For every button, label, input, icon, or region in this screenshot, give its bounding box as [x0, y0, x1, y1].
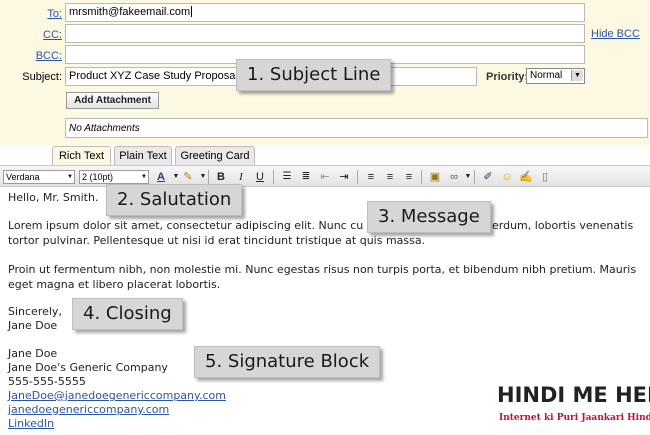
separator [421, 170, 422, 184]
bulleted-list-icon[interactable]: ≣ [298, 169, 314, 185]
attachments-status: No Attachments [69, 123, 140, 134]
priority-select[interactable]: Normal ▼ [526, 68, 585, 84]
font-size-select[interactable]: 2 (10pt) ▼ [79, 170, 149, 184]
signature-linkedin-link[interactable]: LinkedIn [8, 417, 54, 430]
edit-icon[interactable]: ✐ [480, 169, 496, 185]
separator [273, 170, 274, 184]
separator [357, 170, 358, 184]
font-family-select[interactable]: Verdana ▼ [3, 170, 75, 184]
numbered-list-icon[interactable]: ☰ [279, 169, 295, 185]
salutation-text: Hello, Mr. Smith. [8, 191, 99, 204]
chevron-down-icon: ▼ [67, 174, 73, 180]
logo-title: HINDI ME HELP [497, 383, 650, 407]
subject-value: Product XYZ Case Study Proposal [69, 70, 238, 82]
font-value: Verdana [6, 172, 40, 182]
indent-icon[interactable]: ⇥ [336, 169, 352, 185]
to-field[interactable]: mrsmith@fakeemail.com [65, 3, 585, 22]
logo-tagline: Internet ki Puri Jaankari Hindi Me! [499, 413, 650, 423]
callout-subject-line: 1. Subject Line [236, 59, 392, 91]
outdent-icon[interactable]: ⇤ [317, 169, 333, 185]
closing-name: Jane Doe [8, 319, 58, 332]
to-value: mrsmith@fakeemail.com [69, 6, 191, 18]
tab-plain-text[interactable]: Plain Text [114, 146, 172, 165]
paragraph1-start: Lorem ipsum dolor sit amet, consectetur … [8, 219, 364, 232]
signature-name: Jane Doe [8, 347, 58, 360]
signature-email-link[interactable]: JaneDoe@janedoegenericcompany.com [8, 389, 226, 402]
callout-message: 3. Message [367, 201, 491, 233]
separator [474, 170, 475, 184]
underline-icon[interactable]: U [252, 169, 268, 185]
paragraph2-line1: Proin ut fermentum nibh, non molestie mi… [8, 263, 637, 276]
highlight-icon[interactable]: ✎ [180, 169, 196, 185]
chevron-down-icon: ▼ [141, 174, 147, 180]
text-caret [191, 6, 193, 17]
site-logo: HINDI ME HELP Internet ki Puri Jaankari … [497, 383, 650, 433]
signature-phone: 555-555-5555 [8, 375, 86, 388]
subject-label: Subject: [22, 71, 62, 83]
signature-icon[interactable]: ✍ [518, 169, 534, 185]
paste-icon[interactable]: ▣ [427, 169, 443, 185]
bold-icon[interactable]: B [213, 169, 229, 185]
tab-rich-text[interactable]: Rich Text [52, 146, 111, 165]
formatting-toolbar: Verdana ▼ 2 (10pt) ▼ A ▼ ✎ ▼ B I U ☰ ≣ ⇤ ⇥… [0, 165, 650, 187]
emoticon-icon[interactable]: ☺ [499, 169, 515, 185]
align-center-icon[interactable]: ≡ [382, 169, 398, 185]
priority-label: Priority: [486, 71, 529, 83]
document-icon[interactable]: ▯ [537, 169, 553, 185]
size-value: 2 (10pt) [82, 172, 114, 182]
signature-company: Jane Doe's Generic Company [8, 361, 168, 374]
closing-text: Sincerely, [8, 305, 62, 318]
paragraph1-line2: tortor pulvinar. Pellentesque ut nisi id… [8, 234, 426, 247]
font-color-icon[interactable]: A [153, 169, 169, 185]
callout-signature-block: 5. Signature Block [194, 346, 381, 378]
italic-icon[interactable]: I [233, 169, 249, 185]
bcc-label[interactable]: BCC: [22, 50, 62, 62]
separator [208, 170, 209, 184]
priority-value: Normal [530, 70, 563, 81]
signature-website-link[interactable]: janedoegenericcompany.com [8, 403, 169, 416]
align-left-icon[interactable]: ≡ [363, 169, 379, 185]
add-attachment-button[interactable]: Add Attachment [66, 92, 159, 109]
callout-closing: 4. Closing [72, 298, 183, 330]
cc-label[interactable]: CC: [22, 29, 62, 41]
hide-bcc-link[interactable]: Hide BCC [591, 28, 640, 40]
paragraph2-line2: eget magna et libero placerat lobortis. [8, 278, 221, 291]
tab-greeting-card[interactable]: Greeting Card [175, 146, 255, 165]
chevron-down-icon: ▼ [571, 70, 583, 81]
to-label[interactable]: To: [22, 8, 62, 20]
paragraph1-end: erdum, lobortis venenatis [492, 219, 634, 232]
attachments-box: No Attachments [65, 118, 648, 138]
cc-field[interactable] [65, 24, 585, 43]
callout-salutation: 2. Salutation [106, 184, 243, 216]
align-right-icon[interactable]: ≡ [401, 169, 417, 185]
